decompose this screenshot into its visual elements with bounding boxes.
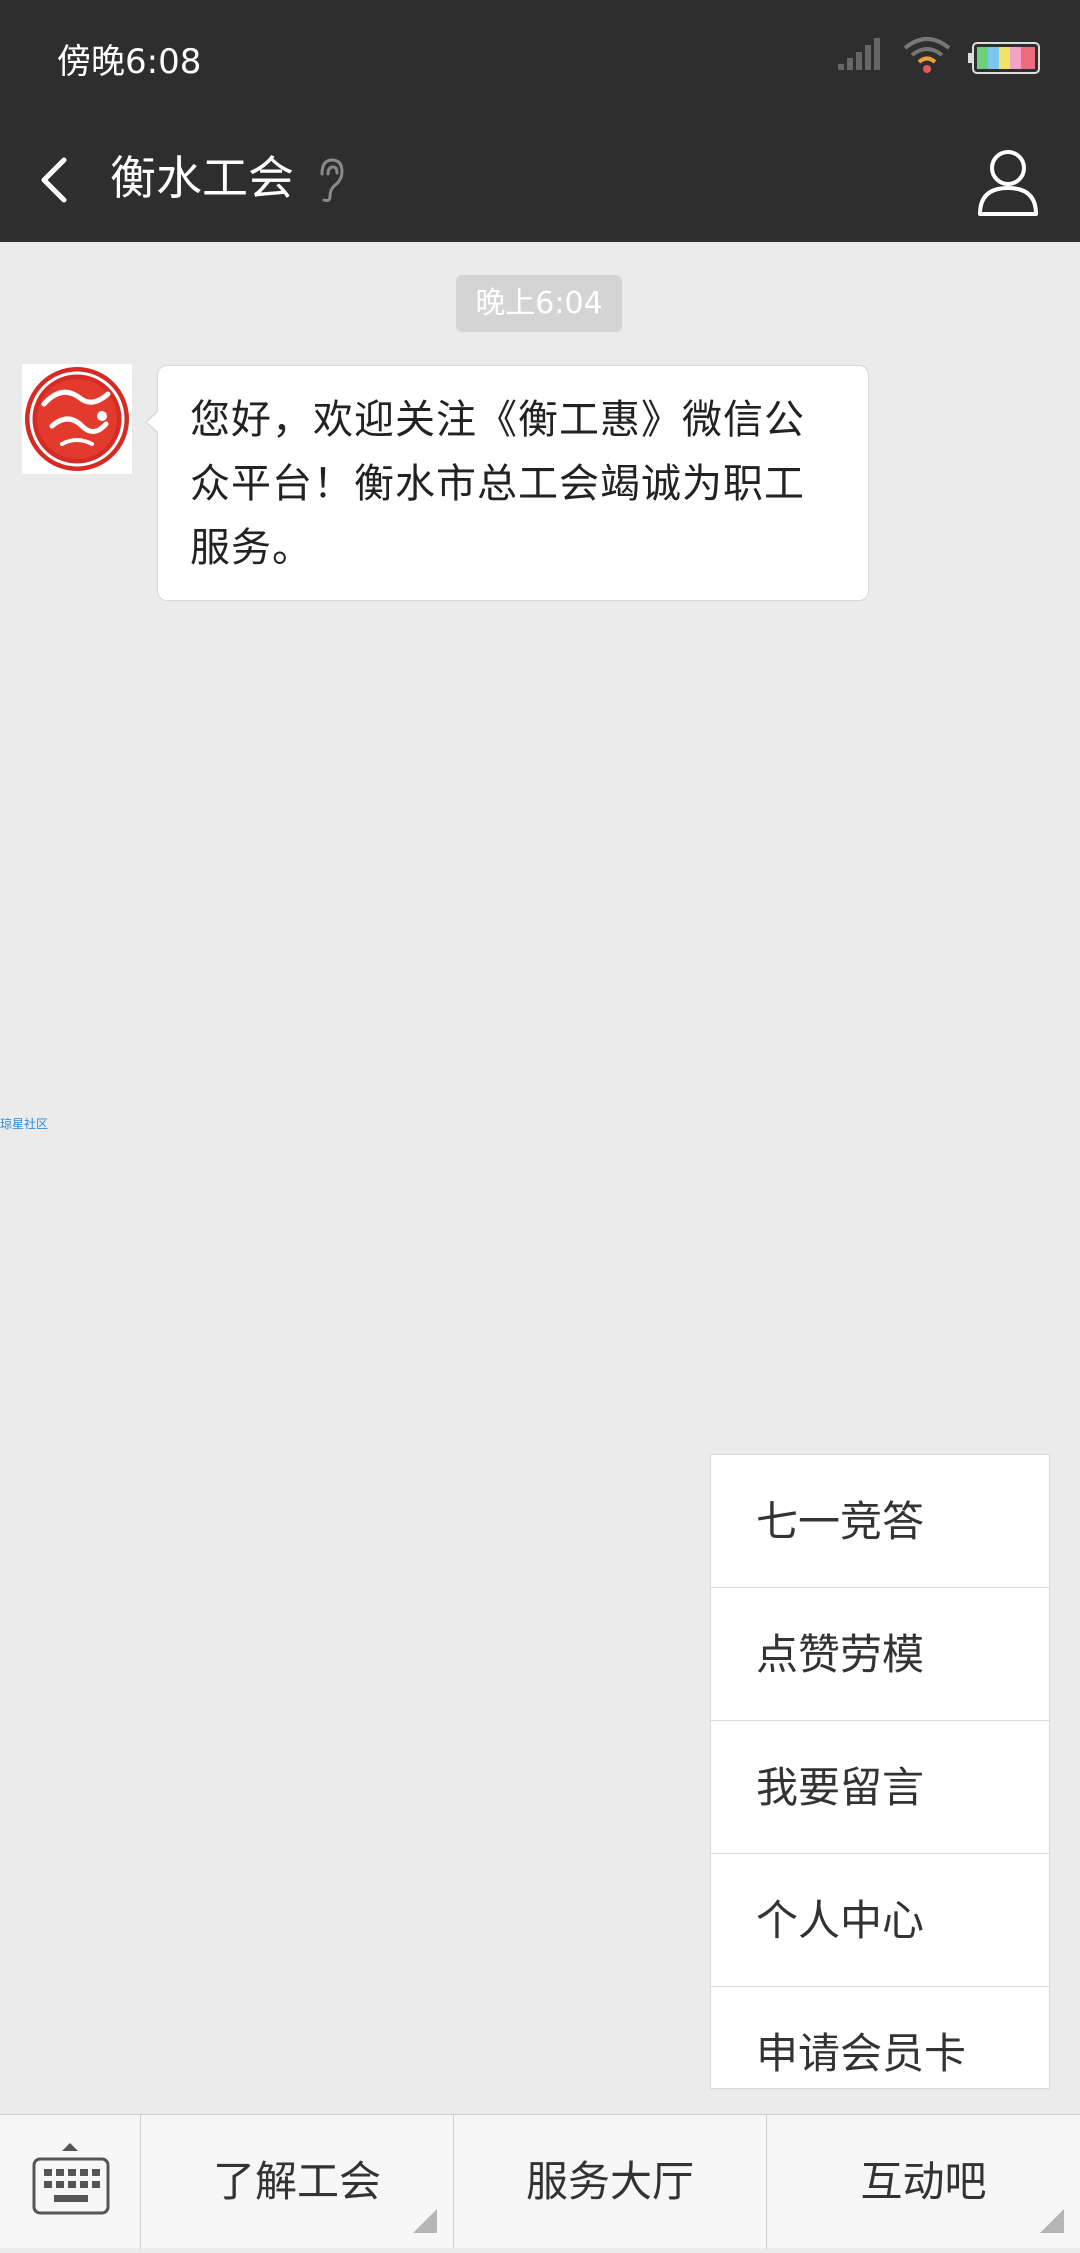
submenu-item[interactable]: 我要留言 (711, 1721, 1049, 1854)
submenu-indicator-icon (1040, 2209, 1064, 2233)
keyboard-icon (32, 2143, 110, 2215)
status-time: 傍晚6:08 (57, 42, 202, 82)
submenu-indicator-icon (413, 2209, 437, 2233)
submenu-popup: 七一竞答 点赞劳模 我要留言 个人中心 申请会员卡 (710, 1454, 1050, 2089)
message-text: 您好，欢迎关注《衡工惠》微信公众平台！衡水市总工会竭诚为职工服务。 (190, 397, 805, 571)
submenu-item[interactable]: 申请会员卡 (711, 1987, 1049, 2088)
message-bubble[interactable]: 您好，欢迎关注《衡工惠》微信公众平台！衡水市总工会竭诚为职工服务。 (157, 365, 869, 601)
submenu-item[interactable]: 个人中心 (711, 1854, 1049, 1987)
ear-icon (320, 158, 344, 202)
back-arrow-icon[interactable] (30, 148, 86, 212)
avatar[interactable] (22, 364, 132, 474)
signal-icon (838, 38, 880, 70)
wifi-icon (903, 37, 951, 73)
menu-tab-about-union[interactable]: 了解工会 (141, 2115, 454, 2249)
menu-tab-label: 服务大厅 (525, 2157, 694, 2206)
keyboard-toggle-button[interactable] (0, 2115, 141, 2249)
union-logo-icon (25, 367, 129, 471)
battery-icon (968, 42, 1040, 74)
bottom-menu-bar: 了解工会 服务大厅 互动吧 (0, 2114, 1080, 2249)
bubble-tail-inner (147, 411, 159, 433)
side-link[interactable]: 琼星社区 (0, 1115, 48, 1132)
message-timestamp: 晚上6:04 (456, 275, 622, 332)
nav-bar: 衡水工会 (0, 118, 1080, 242)
menu-tab-label: 了解工会 (212, 2157, 381, 2206)
menu-tab-service-hall[interactable]: 服务大厅 (454, 2115, 767, 2249)
submenu-item[interactable]: 点赞劳模 (711, 1588, 1049, 1721)
menu-tab-label: 互动吧 (860, 2157, 987, 2206)
menu-tab-interact[interactable]: 互动吧 (767, 2115, 1080, 2249)
status-bar: 傍晚6:08 (0, 0, 1080, 118)
submenu-item[interactable]: 七一竞答 (711, 1455, 1049, 1588)
chat-title: 衡水工会 (110, 151, 294, 205)
profile-icon[interactable] (968, 142, 1048, 222)
